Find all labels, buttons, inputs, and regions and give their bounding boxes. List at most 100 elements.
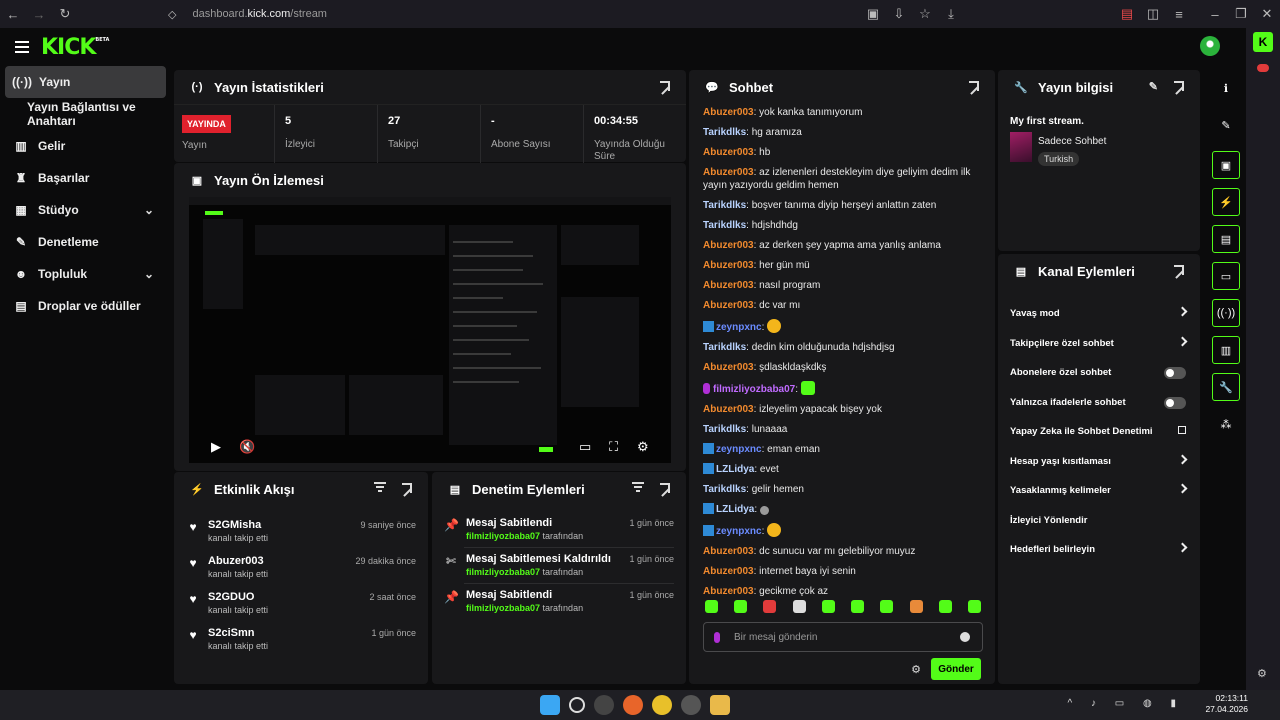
downloads-icon[interactable]: ⤓ bbox=[938, 0, 964, 28]
moderation-actor[interactable]: filmizliyozbaba07 bbox=[466, 603, 540, 613]
app-icon[interactable] bbox=[681, 695, 701, 715]
chat-username[interactable]: Tarikdlks bbox=[703, 220, 746, 231]
sidebar-item-gelir[interactable]: ▥ Gelir bbox=[0, 130, 172, 162]
sidebar-item-denetleme[interactable]: ✎ Denetleme bbox=[0, 226, 172, 258]
moderation-actor[interactable]: filmizliyozbaba07 bbox=[466, 531, 540, 541]
chat-input[interactable]: Bir mesaj gönderin bbox=[703, 622, 983, 652]
restore-icon[interactable]: ❐ bbox=[1228, 0, 1254, 28]
action-ai-moderation[interactable]: Yapay Zeka ile Sohbet Denetimi bbox=[998, 417, 1200, 447]
emote-button[interactable] bbox=[821, 600, 835, 613]
edit-icon[interactable]: ✎ bbox=[1212, 111, 1240, 139]
activity-user[interactable]: S2GDUO bbox=[208, 590, 268, 604]
chat-username[interactable]: Abuzer003 bbox=[703, 362, 754, 373]
settings-icon[interactable]: ⚙ bbox=[1257, 667, 1267, 680]
screenshot-icon[interactable]: ▣ bbox=[860, 0, 886, 28]
chat-username[interactable]: filmizliyozbaba07 bbox=[713, 384, 795, 395]
document-icon[interactable]: ▤ bbox=[1212, 225, 1240, 253]
kick-app-icon[interactable]: K bbox=[1253, 32, 1273, 52]
sidebar-toggle-icon[interactable]: ◫ bbox=[1140, 0, 1166, 28]
edit-icon[interactable]: ✎ bbox=[1149, 80, 1158, 93]
emote-button[interactable] bbox=[734, 600, 748, 613]
chat-username[interactable]: Abuzer003 bbox=[703, 404, 754, 415]
close-icon[interactable]: ✕ bbox=[1254, 0, 1280, 28]
chat-username[interactable]: Tarikdlks bbox=[703, 342, 746, 353]
moderation-actor[interactable]: filmizliyozbaba07 bbox=[466, 567, 540, 577]
chat-username[interactable]: Tarikdlks bbox=[703, 424, 746, 435]
firefox-icon[interactable] bbox=[623, 695, 643, 715]
chat-username[interactable]: Abuzer003 bbox=[703, 147, 754, 158]
action-followers-only[interactable]: Takipçilere özel sohbet bbox=[998, 329, 1200, 359]
popout-icon[interactable] bbox=[660, 483, 670, 493]
widgets-icon[interactable] bbox=[594, 695, 614, 715]
menu-toggle-icon[interactable] bbox=[15, 38, 29, 56]
theater-icon[interactable]: ▭ bbox=[579, 439, 591, 455]
capture-icon[interactable]: ▣ bbox=[1212, 151, 1240, 179]
channel-icon[interactable]: ▥ bbox=[1212, 336, 1240, 364]
popout-icon[interactable] bbox=[660, 81, 670, 91]
action-slow-mode[interactable]: Yavaş mod bbox=[998, 299, 1200, 329]
chat-username[interactable]: Abuzer003 bbox=[703, 107, 754, 118]
extensions-icon[interactable]: ▤ bbox=[1114, 0, 1140, 28]
emote-button[interactable] bbox=[851, 600, 865, 613]
chat-username[interactable]: Abuzer003 bbox=[703, 566, 754, 577]
chat-icon[interactable]: ▭ bbox=[1212, 262, 1240, 290]
start-icon[interactable] bbox=[540, 695, 560, 715]
emote-button[interactable] bbox=[763, 600, 777, 613]
activity-user[interactable]: S2GMisha bbox=[208, 518, 268, 532]
lightning-icon[interactable]: ⚡ bbox=[1212, 188, 1240, 216]
chat-username[interactable]: zeynpxnc bbox=[716, 526, 762, 537]
emote-button[interactable] bbox=[880, 600, 894, 613]
emote-button[interactable] bbox=[909, 600, 923, 613]
sidebar-item-topluluk[interactable]: ☻ Topluluk ⌄ bbox=[0, 258, 172, 290]
sidebar-item-stream-key[interactable]: Yayın Bağlantısı ve Anahtarı bbox=[0, 98, 172, 130]
save-page-icon[interactable]: ⇩ bbox=[886, 0, 912, 28]
action-banned-words[interactable]: Yasaklanmış kelimeler bbox=[998, 476, 1200, 506]
chat-username[interactable]: Abuzer003 bbox=[703, 280, 754, 291]
fullscreen-icon[interactable]: ⛶ bbox=[609, 439, 618, 455]
chat-username[interactable]: Abuzer003 bbox=[703, 167, 754, 178]
popout-icon[interactable] bbox=[969, 81, 979, 91]
chat-username[interactable]: Tarikdlks bbox=[703, 200, 746, 211]
extension-icon[interactable] bbox=[1257, 64, 1269, 72]
user-avatar[interactable] bbox=[1200, 36, 1220, 56]
video-player[interactable]: ▶ 🔇 ▭ ⛶ ⚙ bbox=[189, 197, 671, 463]
kick-logo[interactable]: KICK BETA bbox=[41, 35, 109, 60]
bookmark-icon[interactable]: ☆ bbox=[912, 0, 938, 28]
sidebar-item-droplar[interactable]: ▤ Droplar ve ödüller bbox=[0, 290, 172, 322]
chat-settings-icon[interactable]: ⚙ bbox=[911, 663, 921, 676]
minimize-icon[interactable]: – bbox=[1202, 0, 1228, 28]
settings-icon[interactable]: ⚙ bbox=[637, 439, 649, 455]
chat-username[interactable]: LZLidya bbox=[716, 504, 754, 515]
wrench-icon[interactable]: 🔧 bbox=[1212, 373, 1240, 401]
back-icon[interactable]: ← bbox=[0, 0, 26, 28]
emote-button[interactable] bbox=[705, 600, 718, 613]
chat-username[interactable]: Abuzer003 bbox=[703, 586, 754, 597]
chat-username[interactable]: Abuzer003 bbox=[703, 300, 754, 311]
emote-button[interactable] bbox=[967, 600, 981, 613]
popout-icon[interactable] bbox=[1174, 81, 1184, 91]
reload-icon[interactable]: ↻ bbox=[52, 0, 78, 28]
chat-username[interactable]: zeynpxnc bbox=[716, 322, 762, 333]
info-icon[interactable]: ℹ bbox=[1212, 74, 1240, 102]
emotes-only-toggle[interactable] bbox=[1164, 396, 1186, 409]
activity-user[interactable]: Abuzer003 bbox=[208, 554, 268, 568]
chat-username[interactable]: LZLidya bbox=[716, 464, 754, 475]
broadcast-icon[interactable]: ((·)) bbox=[1212, 299, 1240, 327]
popout-icon[interactable] bbox=[1174, 265, 1184, 275]
search-icon[interactable] bbox=[569, 697, 585, 713]
action-raid[interactable]: İzleyici Yönlendir bbox=[998, 506, 1200, 536]
chat-username[interactable]: zeynpxnc bbox=[716, 444, 762, 455]
emote-button[interactable] bbox=[792, 600, 806, 613]
popout-icon[interactable] bbox=[402, 483, 412, 493]
action-goals[interactable]: Hedefleri belirleyin bbox=[998, 535, 1200, 565]
send-button[interactable]: Gönder bbox=[931, 658, 981, 680]
forward-icon[interactable]: → bbox=[26, 0, 52, 28]
emoji-icon[interactable] bbox=[960, 632, 970, 642]
chat-username[interactable]: Abuzer003 bbox=[703, 260, 754, 271]
explorer-icon[interactable] bbox=[710, 695, 730, 715]
emote-button[interactable] bbox=[938, 600, 952, 613]
chat-username[interactable]: Tarikdlks bbox=[703, 127, 746, 138]
activity-user[interactable]: S2ciSmn bbox=[208, 626, 268, 640]
chrome-icon[interactable] bbox=[652, 695, 672, 715]
address-bar[interactable]: ◇ dashboard.kick.com/stream bbox=[168, 3, 958, 25]
